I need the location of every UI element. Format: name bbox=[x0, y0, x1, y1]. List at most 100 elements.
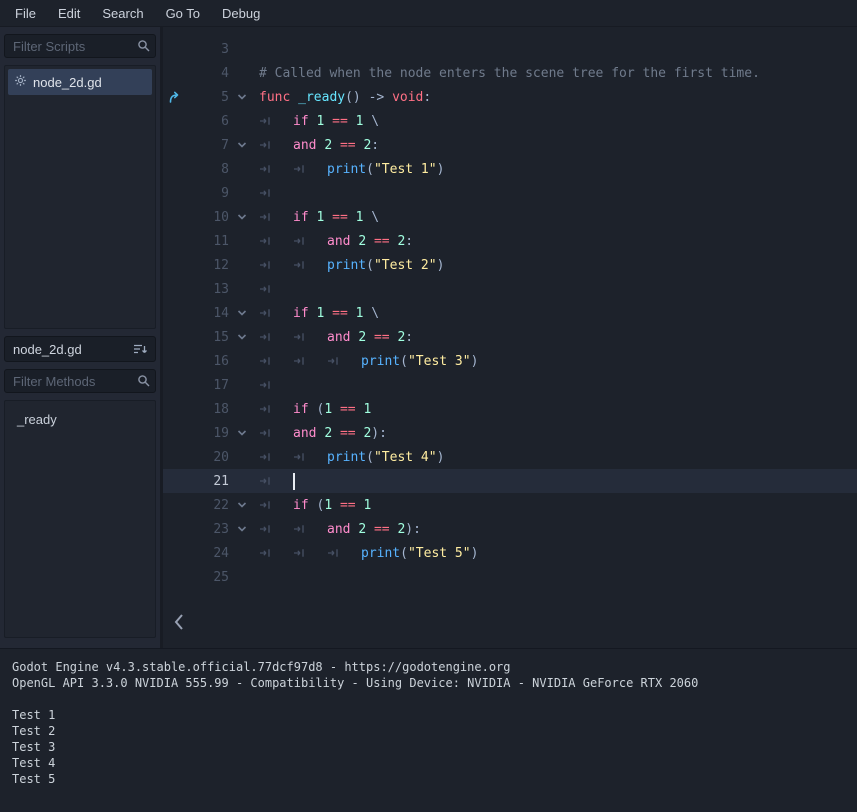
code-line-22[interactable]: 22 if (1 == 1 bbox=[163, 493, 857, 517]
line-number: 14 bbox=[213, 305, 229, 321]
fold-arrow-icon[interactable] bbox=[229, 309, 255, 317]
code-line-19[interactable]: 19 and 2 == 2): bbox=[163, 421, 857, 445]
code-line-text: and 2 == 2: bbox=[255, 234, 413, 249]
tab-indicator-icon bbox=[259, 356, 293, 366]
code-line-text: print("Test 4") bbox=[255, 450, 444, 465]
code-line-6[interactable]: 6 if 1 == 1 \ bbox=[163, 109, 857, 133]
menu-item-search[interactable]: Search bbox=[91, 1, 154, 26]
filter-methods-input[interactable] bbox=[4, 369, 156, 393]
tab-indicator-icon bbox=[293, 260, 327, 270]
fold-arrow-icon[interactable] bbox=[229, 141, 255, 149]
code-line-15[interactable]: 15 and 2 == 2: bbox=[163, 325, 857, 349]
code-line-18[interactable]: 18 if (1 == 1 bbox=[163, 397, 857, 421]
code-line-23[interactable]: 23 and 2 == 2): bbox=[163, 517, 857, 541]
output-line: Test 4 bbox=[12, 756, 56, 770]
code-editor[interactable]: 3 4 # Called when the node enters the scen… bbox=[163, 27, 857, 648]
code-line-14[interactable]: 14 if 1 == 1 \ bbox=[163, 301, 857, 325]
code-line-text: if 1 == 1 \ bbox=[255, 114, 379, 129]
line-number: 6 bbox=[221, 113, 229, 129]
output-line: Test 1 bbox=[12, 708, 56, 722]
menu-bar: File Edit Search Go To Debug bbox=[0, 0, 857, 27]
code-line-24[interactable]: 24 print("Test 5") bbox=[163, 541, 857, 565]
code-line-text: if (1 == 1 bbox=[255, 402, 371, 417]
scripts-sidebar: node_2d.gd node_2d.gd _ready bbox=[0, 27, 160, 648]
fold-arrow-icon[interactable] bbox=[229, 93, 255, 101]
line-number: 25 bbox=[213, 569, 229, 585]
code-line-8[interactable]: 8 print("Test 1") bbox=[163, 157, 857, 181]
menu-item-debug[interactable]: Debug bbox=[211, 1, 271, 26]
code-line-21[interactable]: 21 bbox=[163, 469, 857, 493]
code-line-4[interactable]: 4 # Called when the node enters the scene… bbox=[163, 61, 857, 85]
code-line-7[interactable]: 7 and 2 == 2: bbox=[163, 133, 857, 157]
line-number: 22 bbox=[213, 497, 229, 513]
tab-indicator-icon bbox=[293, 332, 327, 342]
line-number: 5 bbox=[221, 89, 229, 105]
collapse-sidebar-button[interactable] bbox=[169, 610, 189, 634]
tab-indicator-icon bbox=[293, 524, 327, 534]
line-number: 20 bbox=[213, 449, 229, 465]
method-item-_ready[interactable]: _ready bbox=[5, 405, 155, 434]
filter-scripts-box bbox=[4, 34, 156, 58]
line-number: 24 bbox=[213, 545, 229, 561]
code-line-11[interactable]: 11 and 2 == 2: bbox=[163, 229, 857, 253]
code-line-text: func _ready() -> void: bbox=[259, 89, 432, 105]
tab-indicator-icon bbox=[259, 524, 293, 534]
code-line-text: and 2 == 2): bbox=[255, 522, 421, 537]
line-number: 12 bbox=[213, 257, 229, 273]
tab-indicator-icon bbox=[259, 212, 293, 222]
code-line-20[interactable]: 20 print("Test 4") bbox=[163, 445, 857, 469]
code-line-5[interactable]: 5 func _ready() -> void: bbox=[163, 85, 857, 109]
code-line-text bbox=[255, 472, 295, 490]
menu-item-file[interactable]: File bbox=[4, 1, 47, 26]
tab-indicator-icon bbox=[259, 260, 293, 270]
code-line-13[interactable]: 13 bbox=[163, 277, 857, 301]
fold-arrow-icon[interactable] bbox=[229, 213, 255, 221]
menu-item-edit[interactable]: Edit bbox=[47, 1, 91, 26]
line-number: 15 bbox=[213, 329, 229, 345]
tab-indicator-icon bbox=[259, 308, 293, 318]
tab-indicator-icon bbox=[293, 164, 327, 174]
tab-indicator-icon bbox=[259, 140, 293, 150]
output-line: Test 3 bbox=[12, 740, 56, 754]
fold-arrow-icon[interactable] bbox=[229, 501, 255, 509]
tab-indicator-icon bbox=[259, 164, 293, 174]
output-line: Godot Engine v4.3.stable.official.77dcf9… bbox=[12, 660, 511, 674]
output-line: Test 2 bbox=[12, 724, 56, 738]
current-script-name: node_2d.gd bbox=[4, 336, 156, 362]
code-line-12[interactable]: 12 print("Test 2") bbox=[163, 253, 857, 277]
code-line-16[interactable]: 16 print("Test 3") bbox=[163, 349, 857, 373]
code-line-text: and 2 == 2: bbox=[255, 330, 413, 345]
text-cursor bbox=[293, 472, 295, 490]
tab-indicator-icon bbox=[259, 188, 293, 198]
menu-item-go-to[interactable]: Go To bbox=[155, 1, 211, 26]
line-number: 9 bbox=[221, 185, 229, 201]
code-line-3[interactable]: 3 bbox=[163, 37, 857, 61]
code-line-25[interactable]: 25 bbox=[163, 565, 857, 589]
output-line: OpenGL API 3.3.0 NVIDIA 555.99 - Compati… bbox=[12, 676, 699, 690]
line-number: 3 bbox=[221, 41, 229, 57]
filter-scripts-input[interactable] bbox=[4, 34, 156, 58]
code-line-9[interactable]: 9 bbox=[163, 181, 857, 205]
line-number: 8 bbox=[221, 161, 229, 177]
sort-methods-button[interactable] bbox=[133, 343, 147, 355]
code-line-text bbox=[255, 284, 293, 294]
fold-arrow-icon[interactable] bbox=[229, 333, 255, 341]
script-item-node_2d.gd[interactable]: node_2d.gd bbox=[8, 69, 152, 95]
tab-indicator-icon bbox=[259, 236, 293, 246]
code-line-text: if 1 == 1 \ bbox=[255, 210, 379, 225]
tab-indicator-icon bbox=[259, 548, 293, 558]
scripts-list: node_2d.gd bbox=[4, 65, 156, 329]
line-number: 11 bbox=[213, 233, 229, 249]
line-number: 17 bbox=[213, 377, 229, 393]
code-line-10[interactable]: 10 if 1 == 1 \ bbox=[163, 205, 857, 229]
fold-arrow-icon[interactable] bbox=[229, 525, 255, 533]
line-number: 16 bbox=[213, 353, 229, 369]
tab-indicator-icon bbox=[259, 500, 293, 510]
tab-indicator-icon bbox=[259, 452, 293, 462]
method-override-icon bbox=[163, 91, 185, 104]
code-line-17[interactable]: 17 bbox=[163, 373, 857, 397]
fold-arrow-icon[interactable] bbox=[229, 429, 255, 437]
script-item-label: node_2d.gd bbox=[33, 74, 102, 90]
code-lines: 3 4 # Called when the node enters the scen… bbox=[163, 37, 857, 589]
